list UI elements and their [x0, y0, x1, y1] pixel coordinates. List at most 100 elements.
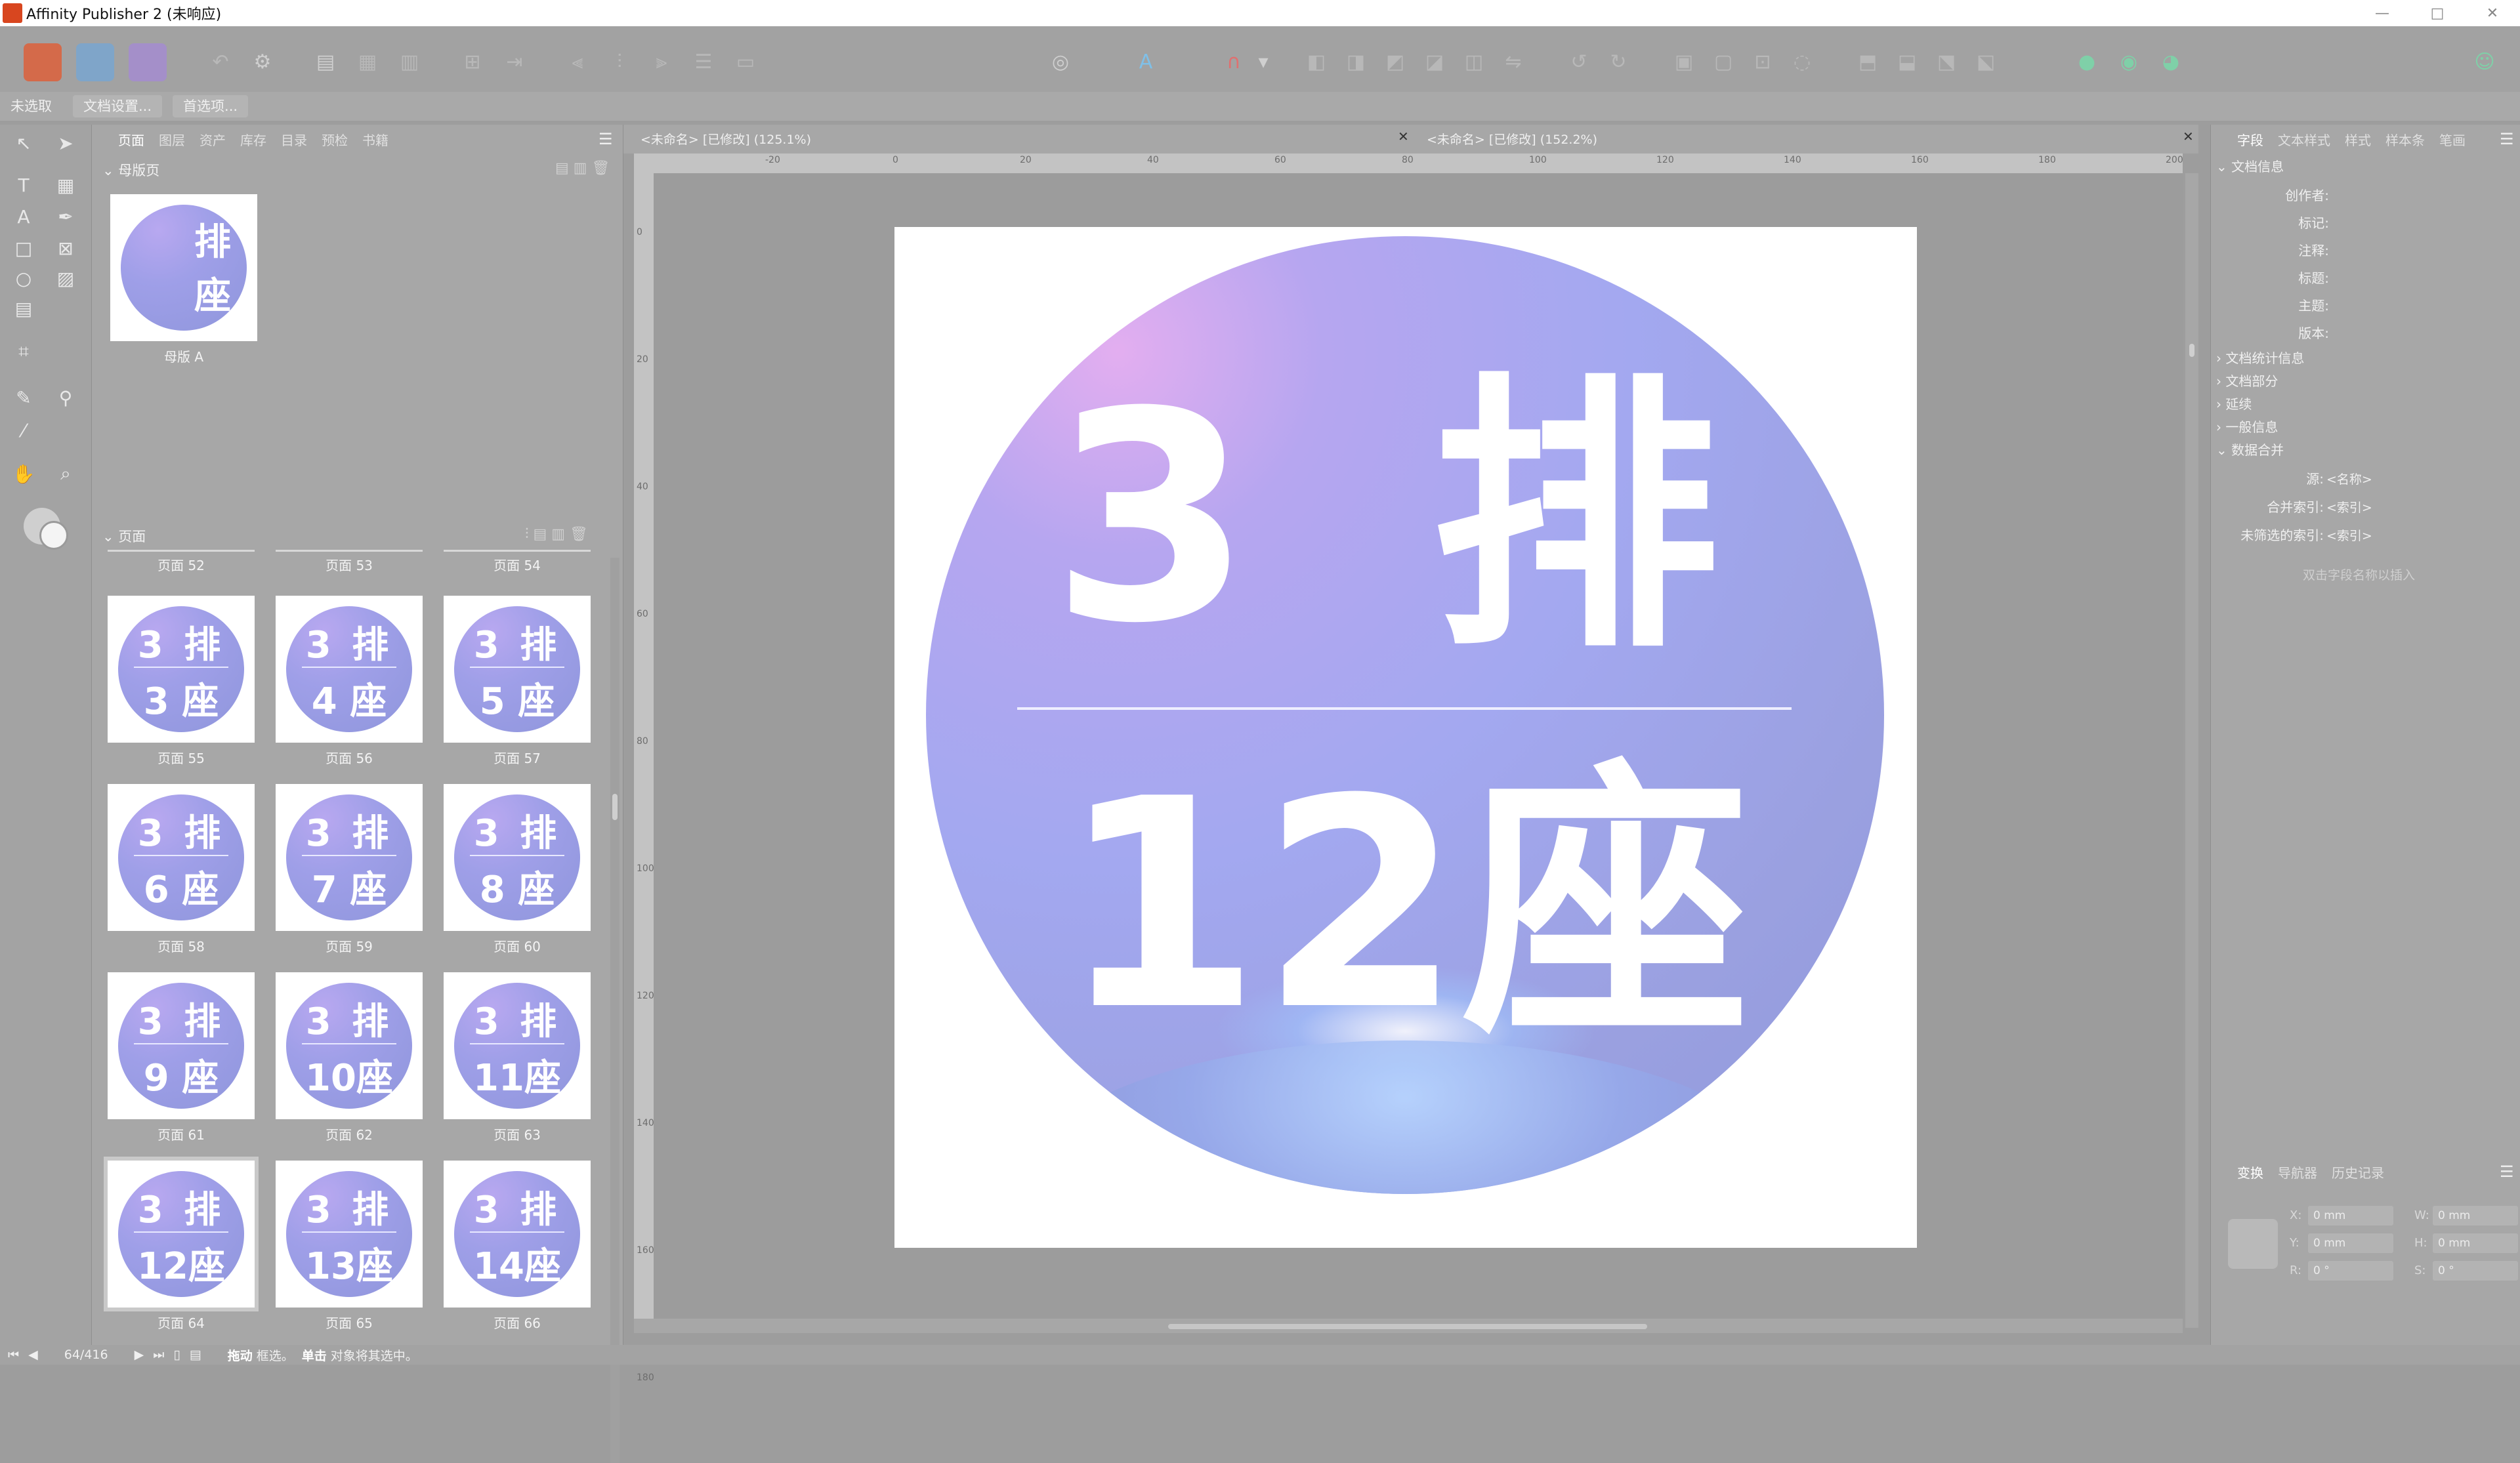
close-button[interactable]: ✕ — [2465, 0, 2520, 26]
field-group-item[interactable]: ⌄ 数据合并 — [2216, 440, 2284, 459]
doc-info-field-label[interactable]: 标题: — [2217, 268, 2329, 287]
merge-field-value[interactable]: <索引> — [2326, 526, 2372, 544]
field-group-item[interactable]: › 一般信息 — [2216, 417, 2278, 436]
tab-navigator[interactable]: 导航器 — [2278, 1163, 2317, 1182]
order-backward-icon[interactable]: ⬔ — [1929, 45, 1964, 79]
page-thumbnail[interactable]: 3 排 12座 — [104, 1157, 259, 1311]
partial-thumbnail-edge[interactable] — [276, 550, 423, 552]
prev-page-icon[interactable]: ◀ — [28, 1348, 38, 1362]
divider-line[interactable] — [1017, 707, 1792, 710]
seat-badge-disc[interactable]: 3 排 12座 — [926, 236, 1884, 1194]
color-picker-tool-icon[interactable]: ⁄ — [10, 417, 37, 443]
page-thumbnail[interactable]: 3 排 3 座 — [108, 596, 255, 743]
pen-tool-icon[interactable]: ✒ — [52, 203, 79, 230]
master-thumbnail[interactable]: 排 座 — [110, 194, 257, 341]
transform-input[interactable]: 0 mm — [2433, 1233, 2518, 1253]
doc-info-field-label[interactable]: 标记: — [2217, 213, 2329, 232]
pages-scrollbar[interactable] — [610, 558, 620, 1463]
transform-input[interactable]: 0 mm — [2308, 1206, 2393, 1226]
comment-icon[interactable]: ● — [2070, 45, 2104, 79]
page-thumbnail[interactable]: 3 排 14座 — [444, 1161, 591, 1308]
doc-tab-1-close-icon[interactable]: ✕ — [1398, 129, 1409, 144]
doc-info-field-label[interactable]: 主题: — [2217, 295, 2329, 314]
first-page-icon[interactable]: ⏮ — [8, 1348, 19, 1362]
node-tool-icon[interactable]: ➤ — [52, 130, 79, 156]
rotate-left-icon[interactable]: ↺ — [1562, 45, 1596, 79]
vector-crop-tool-icon[interactable]: ▤ — [10, 295, 37, 321]
row-text[interactable]: 3 排 — [926, 374, 1884, 663]
order-forward-icon[interactable]: ⬓ — [1890, 45, 1924, 79]
transform-menu-icon[interactable]: ☰ — [2500, 1163, 2514, 1181]
boolean-subtract-icon[interactable]: ◨ — [1339, 45, 1373, 79]
tab-stroke[interactable]: 笔画 — [2439, 130, 2466, 149]
text-flow-icon[interactable]: ⇥ — [497, 45, 532, 79]
boolean-intersect-icon[interactable]: ◩ — [1378, 45, 1412, 79]
page-thumbnail[interactable]: 3 排 13座 — [276, 1161, 423, 1308]
doc-tab-1[interactable]: <未命名> [已修改] (125.1%) — [640, 130, 811, 148]
comment-list-icon[interactable]: ◉ — [2112, 45, 2146, 79]
tab-preflight[interactable]: 预检 — [322, 130, 348, 149]
doc-tab-2-close-icon[interactable]: ✕ — [2183, 129, 2194, 144]
master-section-header[interactable]: ⌄ 母版页 — [102, 160, 159, 180]
rotate-right-icon[interactable]: ↻ — [1601, 45, 1635, 79]
boolean-xor-icon[interactable]: ◪ — [1418, 45, 1452, 79]
tab-text-styles[interactable]: 文本样式 — [2278, 130, 2330, 149]
vertical-scrollbar[interactable] — [2185, 173, 2198, 1328]
document-setup-button[interactable]: 文档设置... — [73, 95, 163, 117]
doc-info-field-label[interactable]: 创作者: — [2217, 185, 2329, 204]
photo-persona-icon[interactable] — [129, 43, 167, 81]
transparency-tool-icon[interactable]: ⚲ — [52, 384, 79, 411]
merge-field-value[interactable]: <索引> — [2326, 498, 2372, 516]
panel-menu-icon[interactable]: ☰ — [598, 130, 613, 148]
flip-h-icon[interactable]: ⇋ — [1496, 45, 1530, 79]
align-right-icon[interactable]: ⫸ — [644, 45, 679, 79]
artistic-text-tool-icon[interactable]: A — [10, 203, 37, 230]
move-tool-icon[interactable]: ↖ — [10, 130, 37, 156]
insert-icon[interactable]: ⊞ — [455, 45, 490, 79]
tab-toc[interactable]: 目录 — [281, 130, 307, 149]
transform-input[interactable]: 0 ° — [2433, 1261, 2518, 1281]
horizontal-scrollbar[interactable] — [634, 1319, 2183, 1333]
order-front-icon[interactable]: ⬒ — [1851, 45, 1885, 79]
transform-input[interactable]: 0 mm — [2308, 1233, 2393, 1253]
tab-pages[interactable]: 页面 — [118, 130, 144, 149]
transform-input[interactable]: 0 ° — [2308, 1261, 2393, 1281]
ellipse-tool-icon[interactable]: ○ — [10, 265, 37, 291]
boolean-divide-icon[interactable]: ◫ — [1457, 45, 1491, 79]
page-icon[interactable]: ▤ — [308, 45, 343, 79]
page-thumbnail[interactable]: 3 排 6 座 — [108, 784, 255, 931]
page-thumbnail[interactable]: 3 排 4 座 — [276, 596, 423, 743]
master-icon[interactable]: ▥ — [392, 45, 427, 79]
hand-tool-icon[interactable]: ✋ — [10, 461, 37, 487]
order-back-icon[interactable]: ⬕ — [1969, 45, 2003, 79]
pages-actions-icons[interactable]: ⫶ ▤ ▥ 🗑 — [525, 526, 588, 543]
tab-transform[interactable]: 变换 — [2237, 1163, 2263, 1182]
publisher-persona-icon[interactable] — [24, 43, 62, 81]
page-thumbnail[interactable]: 3 排 10座 — [276, 972, 423, 1119]
tab-styles[interactable]: 样式 — [2345, 130, 2371, 149]
designer-persona-icon[interactable] — [76, 43, 114, 81]
undo-icon[interactable]: ↶ — [203, 45, 238, 79]
partial-thumbnail-edge[interactable] — [108, 550, 255, 552]
tab-stock[interactable]: 库存 — [240, 130, 266, 149]
document-page[interactable]: 3 排 12座 — [894, 227, 1917, 1248]
pages-section-header[interactable]: ⌄ 页面 — [102, 526, 146, 546]
minimize-button[interactable]: — — [2355, 0, 2410, 26]
right-panel-menu-icon[interactable]: ☰ — [2500, 130, 2514, 148]
doc-info-field-label[interactable]: 注释: — [2217, 240, 2329, 259]
page-thumbnail[interactable]: 3 排 7 座 — [276, 784, 423, 931]
page-thumbnail[interactable]: 3 排 8 座 — [444, 784, 591, 931]
doc-info-group[interactable]: ⌄ 文档信息 — [2216, 156, 2284, 175]
distribute-icon[interactable]: ☰ — [686, 45, 721, 79]
mask-icon[interactable]: ◌ — [1785, 45, 1819, 79]
partial-thumbnail-edge[interactable] — [444, 550, 591, 552]
settings-gear-icon[interactable]: ⚙ — [245, 45, 280, 79]
account-icon[interactable]: ☺ — [2468, 45, 2502, 79]
share-icon[interactable]: ◕ — [2154, 45, 2188, 79]
ungroup-icon[interactable]: ▢ — [1706, 45, 1740, 79]
group-icon[interactable]: ▣ — [1667, 45, 1701, 79]
arrange-icon[interactable]: ▭ — [728, 45, 763, 79]
preview-icon[interactable]: ◎ — [1043, 45, 1078, 79]
stroke-color-swatch[interactable] — [39, 521, 68, 550]
zoom-tool-icon[interactable]: ⌕ — [52, 461, 79, 487]
